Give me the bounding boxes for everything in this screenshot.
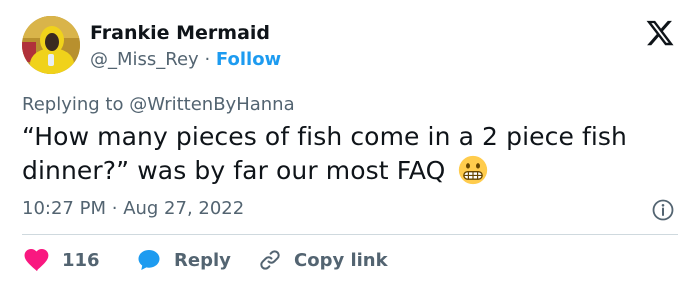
replying-to: Replying to @WrittenByHanna — [22, 92, 295, 118]
x-logo-icon[interactable] — [645, 18, 675, 48]
divider — [22, 234, 678, 235]
tweet-card: Frankie Mermaid @_Miss_Rey · Follow Repl… — [0, 0, 700, 287]
author-handle[interactable]: @_Miss_Rey — [90, 49, 199, 70]
timestamp[interactable]: 10:27 PM · Aug 27, 2022 — [22, 196, 244, 222]
reply-label: Reply — [174, 249, 231, 271]
avatar-image — [22, 16, 80, 74]
grimacing-face-emoji-icon — [458, 155, 487, 185]
avatar[interactable] — [22, 16, 80, 74]
copy-link-label: Copy link — [294, 249, 388, 271]
like-count: 116 — [62, 249, 100, 271]
author-handle-row: @_Miss_Rey · Follow — [90, 47, 281, 73]
timestamp-date: Aug 27, 2022 — [123, 198, 245, 219]
follow-button[interactable]: Follow — [216, 49, 281, 70]
timestamp-time: 10:27 PM — [22, 198, 106, 219]
replying-to-mention[interactable]: @WrittenByHanna — [129, 94, 294, 115]
heart-icon — [24, 248, 49, 272]
like-button[interactable]: 116 — [24, 246, 100, 274]
link-icon — [260, 250, 280, 270]
timestamp-separator: · — [111, 198, 118, 219]
tweet-body: “How many pieces of fish come in a 2 pie… — [22, 122, 627, 185]
reply-button[interactable]: Reply — [136, 246, 231, 274]
author-name[interactable]: Frankie Mermaid — [90, 20, 270, 46]
copy-link-button[interactable]: Copy link — [258, 246, 388, 274]
speech-bubble-icon — [138, 250, 160, 270]
info-icon[interactable] — [651, 198, 675, 222]
handle-separator: · — [204, 49, 211, 70]
tweet-text: “How many pieces of fish come in a 2 pie… — [22, 120, 662, 188]
replying-to-label: Replying to — [22, 94, 124, 115]
